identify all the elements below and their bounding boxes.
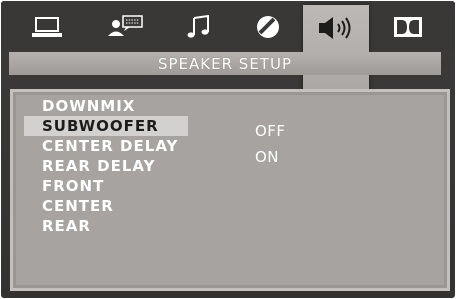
tab-audio[interactable] [177, 5, 221, 49]
tab-video[interactable] [245, 5, 291, 49]
dolby-icon [394, 17, 422, 37]
laptop-icon [32, 17, 62, 37]
speaker-menu: DOWNMIX SUBWOOFER CENTER DELAY REAR DELA… [24, 96, 188, 236]
tab-language[interactable] [99, 5, 151, 49]
osd-screen: SPEAKER SETUP DOWNMIX SUBWOOFER CENTER D… [1, 1, 455, 298]
music-note-icon [187, 14, 209, 38]
menu-item-center-delay[interactable]: CENTER DELAY [24, 136, 188, 156]
tab-speaker[interactable] [303, 5, 369, 95]
tab-bar [1, 1, 455, 95]
menu-item-front[interactable]: FRONT [24, 176, 188, 196]
subwoofer-options: OFF ON [255, 118, 286, 170]
menu-item-subwoofer[interactable]: SUBWOOFER [24, 116, 188, 136]
menu-item-downmix[interactable]: DOWNMIX [24, 96, 188, 116]
speaker-icon [319, 17, 351, 39]
page-title: SPEAKER SETUP [9, 52, 441, 75]
settings-panel: DOWNMIX SUBWOOFER CENTER DELAY REAR DELA… [10, 89, 450, 291]
user-speech-icon [108, 15, 143, 36]
option-on[interactable]: ON [255, 144, 286, 170]
menu-item-center[interactable]: CENTER [24, 196, 188, 216]
option-off[interactable]: OFF [255, 118, 286, 144]
tab-dolby[interactable] [383, 5, 433, 49]
slash-circle-icon [257, 16, 279, 38]
menu-item-rear-delay[interactable]: REAR DELAY [24, 156, 188, 176]
tab-general[interactable] [23, 5, 71, 49]
menu-item-rear[interactable]: REAR [24, 216, 188, 236]
